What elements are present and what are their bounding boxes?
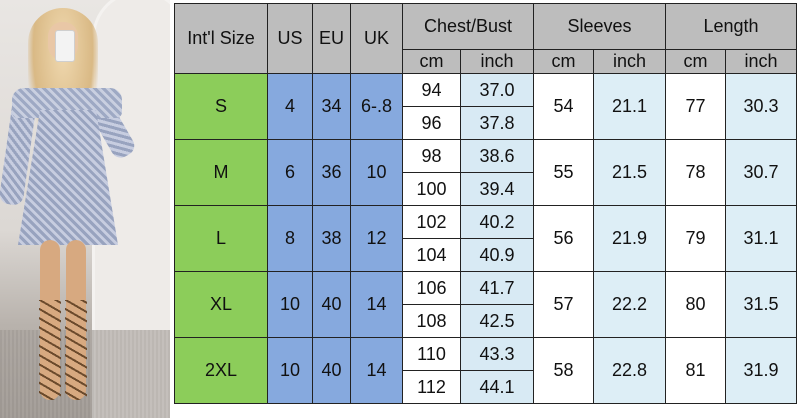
- chest-inch-cell: 40.2: [459, 205, 535, 239]
- chest-cm-cell: 100: [402, 172, 461, 206]
- chest-cm-cell: 112: [402, 370, 461, 404]
- length-cm-cell: 80: [665, 271, 727, 338]
- sleeve-inch-cell: 21.5: [593, 139, 667, 206]
- header-uk: UK: [350, 3, 403, 74]
- unit-length-inch: inch: [725, 49, 798, 74]
- uk-cell: 10: [350, 139, 403, 206]
- table-row: L 8 38 12 102 40.2 56 21.9 79 31.1: [174, 205, 798, 272]
- unit-chest-cm: cm: [402, 49, 461, 74]
- length-inch-cell: 30.3: [725, 73, 798, 140]
- sleeve-cm-cell: 56: [533, 205, 595, 272]
- chest-cm-cell: 106: [402, 271, 461, 305]
- header-intl-size: Int'l Size: [174, 3, 268, 74]
- us-cell: 10: [267, 337, 313, 404]
- us-cell: 10: [267, 271, 313, 338]
- length-cm-cell: 78: [665, 139, 727, 206]
- sleeve-inch-cell: 21.1: [593, 73, 667, 140]
- chest-cm-cell: 110: [402, 337, 461, 371]
- uk-cell: 14: [350, 337, 403, 404]
- chest-cm-cell: 104: [402, 238, 461, 272]
- sleeve-cm-cell: 58: [533, 337, 595, 404]
- table-row: M 6 36 10 98 38.6 55 21.5 78 30.7: [174, 139, 798, 206]
- chest-cm-cell: 96: [402, 106, 461, 140]
- chest-inch-cell: 42.5: [459, 304, 535, 338]
- length-inch-cell: 31.1: [725, 205, 798, 272]
- length-inch-cell: 31.5: [725, 271, 798, 338]
- product-photo: [0, 0, 170, 418]
- eu-cell: 34: [312, 73, 351, 140]
- unit-length-cm: cm: [665, 49, 727, 74]
- chest-inch-cell: 41.7: [459, 271, 535, 305]
- sleeve-inch-cell: 22.8: [593, 337, 667, 404]
- us-cell: 4: [267, 73, 313, 140]
- chest-inch-cell: 44.1: [459, 370, 535, 404]
- uk-cell: 14: [350, 271, 403, 338]
- length-inch-cell: 30.7: [725, 139, 798, 206]
- sleeve-cm-cell: 54: [533, 73, 595, 140]
- size-cell: XL: [174, 271, 268, 338]
- header-length: Length: [665, 3, 798, 50]
- phone-icon: [55, 30, 75, 62]
- chest-inch-cell: 37.8: [459, 106, 535, 140]
- sleeve-inch-cell: 22.2: [593, 271, 667, 338]
- unit-chest-inch: inch: [459, 49, 535, 74]
- eu-cell: 36: [312, 139, 351, 206]
- chest-cm-cell: 94: [402, 73, 461, 107]
- us-cell: 8: [267, 205, 313, 272]
- header-sleeves: Sleeves: [533, 3, 667, 50]
- header-us: US: [267, 3, 313, 74]
- sandal-laces-right: [65, 300, 87, 400]
- chest-inch-cell: 40.9: [459, 238, 535, 272]
- eu-cell: 40: [312, 271, 351, 338]
- sandal-laces-left: [39, 300, 61, 400]
- length-cm-cell: 79: [665, 205, 727, 272]
- header-eu: EU: [312, 3, 351, 74]
- chest-cm-cell: 108: [402, 304, 461, 338]
- chest-inch-cell: 39.4: [459, 172, 535, 206]
- eu-cell: 38: [312, 205, 351, 272]
- uk-cell: 12: [350, 205, 403, 272]
- table-row: S 4 34 6-.8 94 37.0 54 21.1 77 30.3: [174, 73, 798, 140]
- chest-inch-cell: 38.6: [459, 139, 535, 173]
- chest-cm-cell: 98: [402, 139, 461, 173]
- size-cell: M: [174, 139, 268, 206]
- table-row: 2XL 10 40 14 110 43.3 58 22.8 81 31.9: [174, 337, 798, 404]
- chest-inch-cell: 37.0: [459, 73, 535, 107]
- size-cell: L: [174, 205, 268, 272]
- us-cell: 6: [267, 139, 313, 206]
- table-row: XL 10 40 14 106 41.7 57 22.2 80 31.5: [174, 271, 798, 338]
- size-chart-table: Int'l Size US EU UK Chest/Bust Sleeves L…: [174, 3, 798, 404]
- chest-inch-cell: 43.3: [459, 337, 535, 371]
- sleeve-cm-cell: 57: [533, 271, 595, 338]
- unit-sleeves-cm: cm: [533, 49, 595, 74]
- length-cm-cell: 77: [665, 73, 727, 140]
- header-chest-bust: Chest/Bust: [401, 3, 535, 50]
- sleeve-cm-cell: 55: [533, 139, 595, 206]
- uk-cell: 6-.8: [350, 73, 403, 140]
- unit-sleeves-inch: inch: [593, 49, 667, 74]
- length-inch-cell: 31.9: [725, 337, 798, 404]
- sleeve-inch-cell: 21.9: [593, 205, 667, 272]
- chest-cm-cell: 102: [402, 205, 461, 239]
- size-cell: S: [174, 73, 268, 140]
- eu-cell: 40: [312, 337, 351, 404]
- length-cm-cell: 81: [665, 337, 727, 404]
- size-cell: 2XL: [174, 337, 268, 404]
